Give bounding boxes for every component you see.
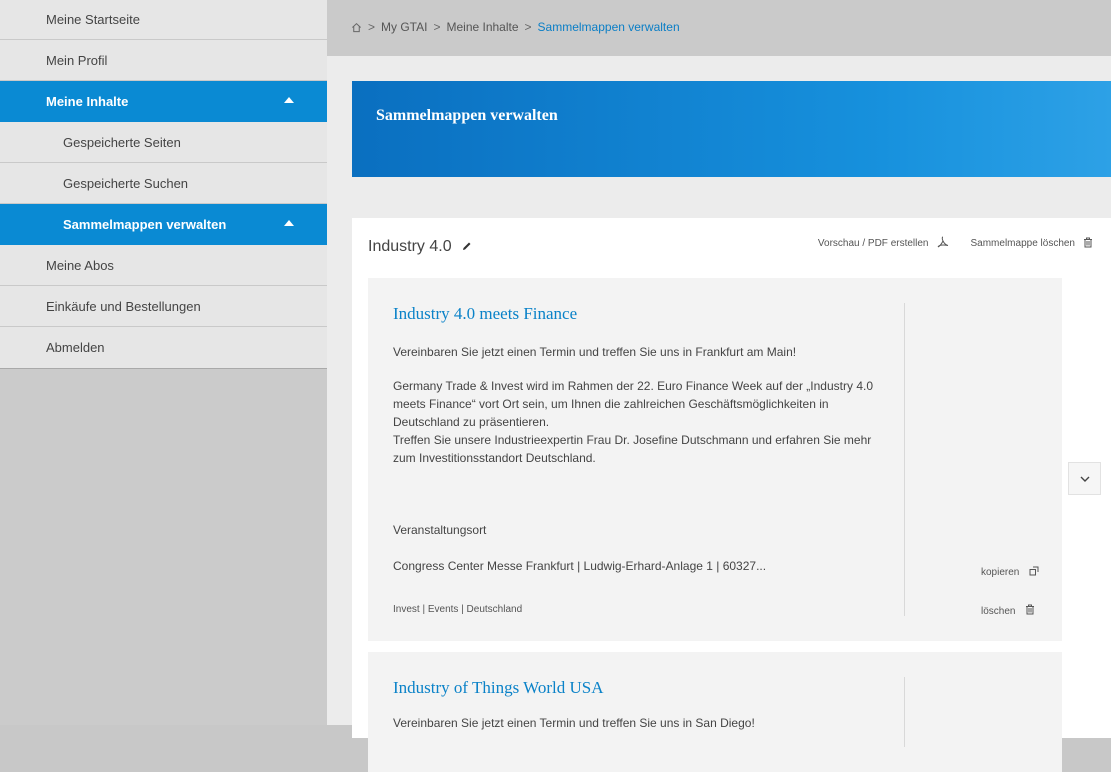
sidebar-item-label: Gespeicherte Seiten — [63, 135, 181, 150]
breadcrumb-my-gtai[interactable]: My GTAI — [381, 20, 427, 34]
sidebar-item-gespeicherte-seiten[interactable]: Gespeicherte Seiten — [0, 122, 327, 163]
top-bar: > My GTAI > Meine Inhalte > Sammelmappen… — [327, 0, 1111, 56]
sidebar-item-startseite[interactable]: Meine Startseite — [0, 0, 327, 40]
edit-pencil-icon[interactable] — [462, 238, 472, 256]
card-tags: Invest | Events | Deutschland — [393, 604, 523, 615]
sidebar-item-label: Meine Inhalte — [46, 94, 129, 109]
sidebar-item-profil[interactable]: Mein Profil — [0, 40, 327, 81]
delete-folder-button[interactable]: Sammelmappe löschen — [971, 236, 1094, 251]
breadcrumb-separator: > — [433, 20, 441, 34]
sidebar-item-label: Abmelden — [46, 340, 105, 355]
sidebar-item-label: Meine Startseite — [46, 12, 140, 27]
trash-icon — [1025, 604, 1035, 618]
sidebar-item-einkaeufe[interactable]: Einkäufe und Bestellungen — [0, 286, 327, 327]
preview-pdf-button[interactable]: Vorschau / PDF erstellen — [818, 236, 949, 251]
card-divider — [904, 303, 905, 616]
preview-pdf-label: Vorschau / PDF erstellen — [817, 238, 929, 249]
card-body: Germany Trade & Invest wird im Rahmen de… — [393, 379, 873, 429]
page-title: Sammelmappen verwalten — [376, 107, 558, 124]
sidebar-item-label: Sammelmappen verwalten — [63, 217, 227, 232]
card-intro: Vereinbaren Sie jetzt einen Termin und t… — [393, 716, 755, 730]
breadcrumb: > My GTAI > Meine Inhalte > Sammelmappen… — [351, 20, 680, 34]
card-intro: Vereinbaren Sie jetzt einen Termin und t… — [393, 345, 797, 359]
caret-up-icon — [284, 97, 294, 103]
copy-label: kopieren — [981, 567, 1020, 578]
home-icon[interactable] — [351, 22, 362, 33]
card-title-link[interactable]: Industry of Things World USA — [393, 678, 604, 698]
sidebar-nav: Meine Startseite Mein Profil Meine Inhal… — [0, 0, 327, 369]
sidebar-item-sammelmappen[interactable]: Sammelmappen verwalten — [0, 204, 327, 245]
caret-up-icon — [284, 220, 294, 226]
venue-label: Veranstaltungsort — [393, 523, 487, 537]
sidebar-item-label: Mein Profil — [46, 53, 108, 68]
breadcrumb-meine-inhalte[interactable]: Meine Inhalte — [446, 20, 518, 34]
delete-item-button[interactable]: löschen — [981, 604, 1035, 618]
card-title-link[interactable]: Industry 4.0 meets Finance — [393, 304, 577, 324]
delete-folder-label: Sammelmappe löschen — [970, 238, 1076, 249]
sidebar-item-abos[interactable]: Meine Abos — [0, 245, 327, 286]
sidebar-item-label: Meine Abos — [46, 258, 114, 273]
breadcrumb-separator: > — [524, 20, 532, 34]
trash-icon — [1083, 237, 1093, 251]
chevron-down-icon — [1079, 470, 1091, 488]
collection-card: Industry 4.0 meets Finance Vereinbaren S… — [368, 278, 1062, 641]
copy-button[interactable]: kopieren — [981, 566, 1039, 579]
folder-title: Industry 4.0 — [368, 238, 472, 256]
sidebar-item-gespeicherte-suchen[interactable]: Gespeicherte Suchen — [0, 163, 327, 204]
sidebar-item-label: Einkäufe und Bestellungen — [46, 299, 201, 314]
folder-panel: Industry 4.0 Vorschau / PDF erstellen Sa… — [352, 218, 1111, 772]
collection-card: Industry of Things World USA Vereinbaren… — [368, 652, 1062, 772]
sidebar-item-abmelden[interactable]: Abmelden — [0, 327, 327, 368]
copy-icon — [1029, 566, 1039, 579]
sidebar-item-meine-inhalte[interactable]: Meine Inhalte — [0, 81, 327, 122]
pdf-icon — [937, 236, 949, 251]
sidebar: Meine Startseite Mein Profil Meine Inhal… — [0, 0, 327, 725]
card-body: Treffen Sie unsere Industrieexpertin Fra… — [393, 433, 872, 465]
sidebar-item-label: Gespeicherte Suchen — [63, 176, 189, 191]
folder-title-text: Industry 4.0 — [368, 238, 452, 255]
breadcrumb-separator: > — [368, 20, 376, 34]
venue-text: Congress Center Messe Frankfurt | Ludwig… — [393, 559, 767, 573]
breadcrumb-current: Sammelmappen verwalten — [537, 20, 680, 34]
folder-actions: Vorschau / PDF erstellen Sammelmappe lös… — [818, 236, 1093, 251]
page-header-banner: Sammelmappen verwalten — [352, 81, 1111, 177]
main-content: Sammelmappen verwalten Industry 4.0 Vors… — [327, 56, 1111, 772]
scroll-down-button[interactable] — [1068, 462, 1101, 495]
delete-label: löschen — [981, 605, 1016, 617]
card-divider — [904, 677, 905, 747]
